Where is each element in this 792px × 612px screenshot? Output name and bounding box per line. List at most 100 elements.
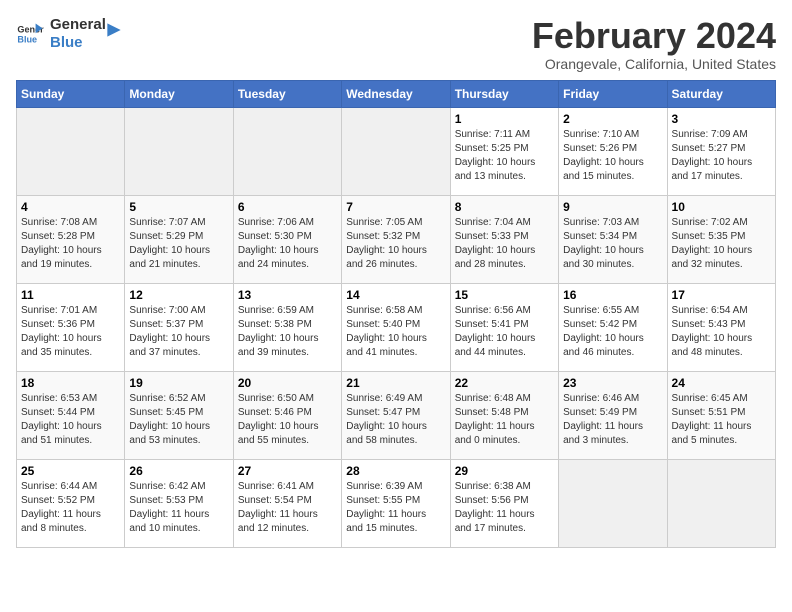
- day-number: 29: [455, 464, 554, 478]
- day-info: Sunrise: 6:54 AMSunset: 5:43 PMDaylight:…: [672, 304, 771, 360]
- calendar-cell: 9Sunrise: 7:03 AMSunset: 5:34 PMDaylight…: [559, 195, 667, 283]
- calendar-cell: 29 Sunrise: 6:38 AMSunset: 5:56 PMDayligh…: [450, 459, 558, 547]
- day-info: Sunrise: 6:46 AMSunset: 5:49 PMDaylight:…: [563, 392, 662, 448]
- day-header-thursday: Thursday: [450, 80, 558, 107]
- calendar-cell: 20 Sunrise: 6:50 AMSunset: 5:46 PMDayligh…: [233, 371, 341, 459]
- calendar-cell: 3Sunrise: 7:09 AMSunset: 5:27 PMDaylight…: [667, 107, 775, 195]
- day-number: 4: [21, 200, 120, 214]
- day-number: 20: [238, 376, 337, 390]
- day-number: 17: [672, 288, 771, 302]
- calendar-cell: 18 Sunrise: 6:53 AMSunset: 5:44 PMDayligh…: [17, 371, 125, 459]
- day-header-tuesday: Tuesday: [233, 80, 341, 107]
- day-number: 28: [346, 464, 445, 478]
- calendar-cell: 5 Sunrise: 7:07 AMSunset: 5:29 PMDaylight…: [125, 195, 233, 283]
- day-info: Sunrise: 7:04 AMSunset: 5:33 PMDaylight:…: [455, 216, 554, 272]
- day-header-sunday: Sunday: [17, 80, 125, 107]
- day-number: 12: [129, 288, 228, 302]
- days-header-row: SundayMondayTuesdayWednesdayThursdayFrid…: [17, 80, 776, 107]
- calendar-cell: 11 Sunrise: 7:01 AMSunset: 5:36 PMDayligh…: [17, 283, 125, 371]
- day-number: 19: [129, 376, 228, 390]
- calendar-cell: 26 Sunrise: 6:42 AMSunset: 5:53 PMDayligh…: [125, 459, 233, 547]
- calendar-cell: 27Sunrise: 6:41 AMSunset: 5:54 PMDayligh…: [233, 459, 341, 547]
- day-info: Sunrise: 6:44 AMSunset: 5:52 PMDaylight:…: [21, 480, 120, 536]
- day-info: Sunrise: 6:55 AMSunset: 5:42 PMDaylight:…: [563, 304, 662, 360]
- day-info: Sunrise: 7:11 AMSunset: 5:25 PMDaylight:…: [455, 128, 554, 184]
- day-number: 14: [346, 288, 445, 302]
- calendar-cell: 15 Sunrise: 6:56 AMSunset: 5:41 PMDayligh…: [450, 283, 558, 371]
- day-info: Sunrise: 7:00 AMSunset: 5:37 PMDaylight:…: [129, 304, 228, 360]
- day-header-saturday: Saturday: [667, 80, 775, 107]
- day-info: Sunrise: 7:06 AMSunset: 5:30 PMDaylight:…: [238, 216, 337, 272]
- calendar-table: SundayMondayTuesdayWednesdayThursdayFrid…: [16, 80, 776, 548]
- day-info: Sunrise: 6:38 AMSunset: 5:56 PMDaylight:…: [455, 480, 554, 536]
- calendar-title: February 2024: [532, 16, 776, 56]
- week-row-4: 18 Sunrise: 6:53 AMSunset: 5:44 PMDayligh…: [17, 371, 776, 459]
- day-info: Sunrise: 7:02 AMSunset: 5:35 PMDaylight:…: [672, 216, 771, 272]
- calendar-cell: [559, 459, 667, 547]
- calendar-cell: 7Sunrise: 7:05 AMSunset: 5:32 PMDaylight…: [342, 195, 450, 283]
- day-number: 25: [21, 464, 120, 478]
- day-number: 23: [563, 376, 662, 390]
- day-info: Sunrise: 7:09 AMSunset: 5:27 PMDaylight:…: [672, 128, 771, 184]
- day-number: 21: [346, 376, 445, 390]
- day-number: 9: [563, 200, 662, 214]
- day-info: Sunrise: 7:07 AMSunset: 5:29 PMDaylight:…: [129, 216, 228, 272]
- day-number: 27: [238, 464, 337, 478]
- title-section: February 2024 Orangevale, California, Un…: [532, 16, 776, 72]
- week-row-5: 25 Sunrise: 6:44 AMSunset: 5:52 PMDayligh…: [17, 459, 776, 547]
- day-number: 16: [563, 288, 662, 302]
- calendar-cell: 14 Sunrise: 6:58 AMSunset: 5:40 PMDayligh…: [342, 283, 450, 371]
- day-info: Sunrise: 6:45 AMSunset: 5:51 PMDaylight:…: [672, 392, 771, 448]
- day-number: 5: [129, 200, 228, 214]
- logo-arrow-icon: [104, 20, 124, 40]
- day-number: 7: [346, 200, 445, 214]
- day-info: Sunrise: 6:50 AMSunset: 5:46 PMDaylight:…: [238, 392, 337, 448]
- day-header-friday: Friday: [559, 80, 667, 107]
- calendar-cell: [125, 107, 233, 195]
- day-info: Sunrise: 6:53 AMSunset: 5:44 PMDaylight:…: [21, 392, 120, 448]
- day-info: Sunrise: 6:48 AMSunset: 5:48 PMDaylight:…: [455, 392, 554, 448]
- day-header-wednesday: Wednesday: [342, 80, 450, 107]
- calendar-cell: 25 Sunrise: 6:44 AMSunset: 5:52 PMDayligh…: [17, 459, 125, 547]
- day-number: 11: [21, 288, 120, 302]
- logo-general-text: General: [50, 16, 106, 34]
- day-number: 18: [21, 376, 120, 390]
- calendar-cell: [342, 107, 450, 195]
- day-info: Sunrise: 7:08 AMSunset: 5:28 PMDaylight:…: [21, 216, 120, 272]
- day-number: 22: [455, 376, 554, 390]
- week-row-3: 11 Sunrise: 7:01 AMSunset: 5:36 PMDayligh…: [17, 283, 776, 371]
- day-info: Sunrise: 6:59 AMSunset: 5:38 PMDaylight:…: [238, 304, 337, 360]
- calendar-cell: 8Sunrise: 7:04 AMSunset: 5:33 PMDaylight…: [450, 195, 558, 283]
- logo-icon: General Blue: [16, 20, 44, 48]
- day-info: Sunrise: 7:01 AMSunset: 5:36 PMDaylight:…: [21, 304, 120, 360]
- week-row-1: 1Sunrise: 7:11 AMSunset: 5:25 PMDaylight…: [17, 107, 776, 195]
- day-number: 2: [563, 112, 662, 126]
- day-number: 6: [238, 200, 337, 214]
- calendar-cell: 19Sunrise: 6:52 AMSunset: 5:45 PMDayligh…: [125, 371, 233, 459]
- calendar-cell: 21 Sunrise: 6:49 AMSunset: 5:47 PMDayligh…: [342, 371, 450, 459]
- logo-blue-text: Blue: [50, 34, 106, 52]
- calendar-cell: 24 Sunrise: 6:45 AMSunset: 5:51 PMDayligh…: [667, 371, 775, 459]
- day-header-monday: Monday: [125, 80, 233, 107]
- svg-text:Blue: Blue: [17, 34, 37, 44]
- calendar-cell: 28 Sunrise: 6:39 AMSunset: 5:55 PMDayligh…: [342, 459, 450, 547]
- day-info: Sunrise: 6:56 AMSunset: 5:41 PMDaylight:…: [455, 304, 554, 360]
- calendar-cell: 16 Sunrise: 6:55 AMSunset: 5:42 PMDayligh…: [559, 283, 667, 371]
- day-info: Sunrise: 6:58 AMSunset: 5:40 PMDaylight:…: [346, 304, 445, 360]
- day-number: 24: [672, 376, 771, 390]
- calendar-cell: 23 Sunrise: 6:46 AMSunset: 5:49 PMDayligh…: [559, 371, 667, 459]
- calendar-subtitle: Orangevale, California, United States: [532, 56, 776, 72]
- day-number: 15: [455, 288, 554, 302]
- calendar-cell: 10 Sunrise: 7:02 AMSunset: 5:35 PMDayligh…: [667, 195, 775, 283]
- day-number: 13: [238, 288, 337, 302]
- calendar-cell: 4 Sunrise: 7:08 AMSunset: 5:28 PMDaylight…: [17, 195, 125, 283]
- calendar-cell: [17, 107, 125, 195]
- day-number: 10: [672, 200, 771, 214]
- day-info: Sunrise: 6:39 AMSunset: 5:55 PMDaylight:…: [346, 480, 445, 536]
- day-info: Sunrise: 7:10 AMSunset: 5:26 PMDaylight:…: [563, 128, 662, 184]
- day-info: Sunrise: 6:42 AMSunset: 5:53 PMDaylight:…: [129, 480, 228, 536]
- day-info: Sunrise: 6:49 AMSunset: 5:47 PMDaylight:…: [346, 392, 445, 448]
- day-number: 26: [129, 464, 228, 478]
- calendar-cell: 13 Sunrise: 6:59 AMSunset: 5:38 PMDayligh…: [233, 283, 341, 371]
- calendar-cell: 6 Sunrise: 7:06 AMSunset: 5:30 PMDaylight…: [233, 195, 341, 283]
